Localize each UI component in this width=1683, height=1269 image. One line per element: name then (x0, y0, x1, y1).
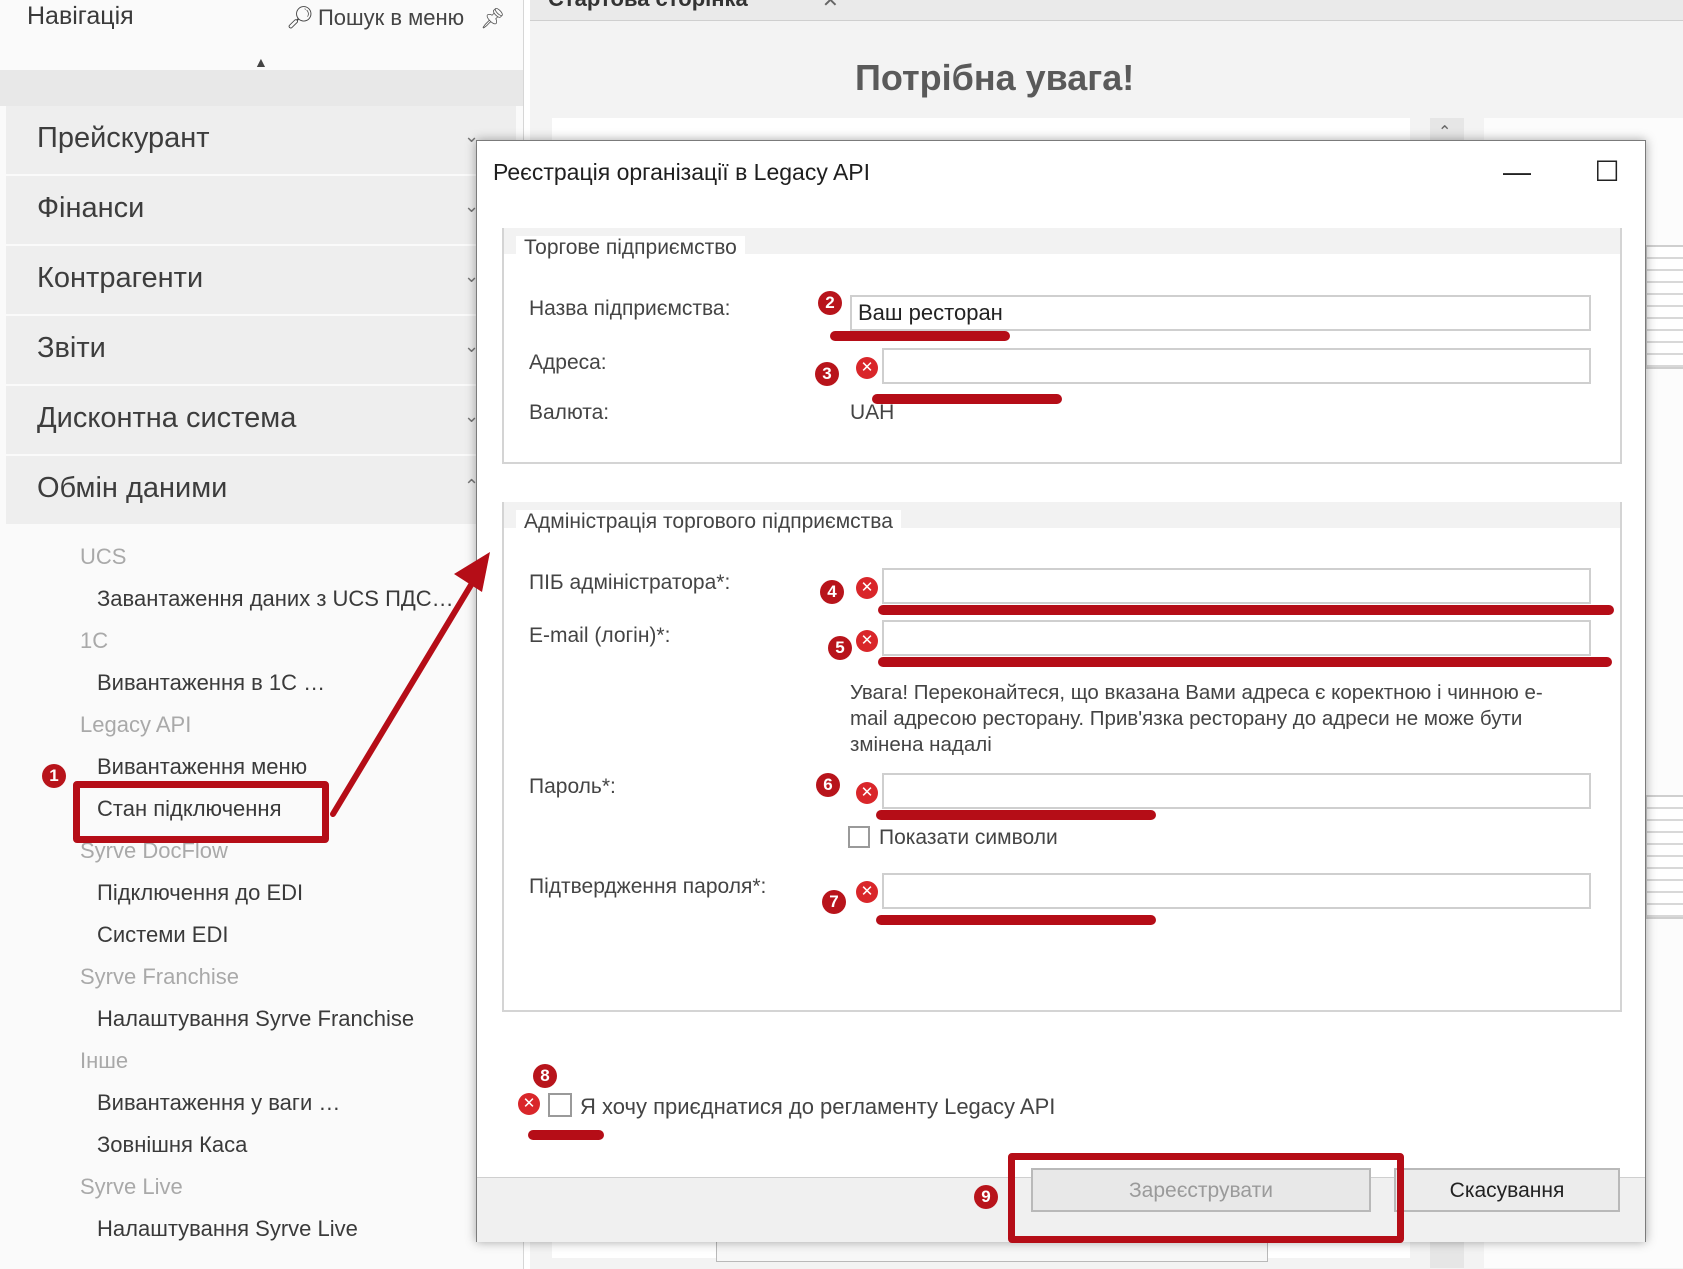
step-badge: 5 (828, 636, 852, 660)
document-icon (1645, 245, 1683, 369)
maximize-icon[interactable]: ☐ (1577, 147, 1637, 197)
nav-section-live: Syrve Live (80, 1174, 183, 1199)
address-label: Адреса: (529, 351, 607, 374)
nav-section-ucs: UCS (80, 544, 127, 569)
cancel-button[interactable]: Скасування (1394, 1168, 1620, 1212)
scroll-up-icon[interactable]: ▲ (254, 54, 268, 70)
nav-item-live-settings[interactable]: Налаштування Syrve Live (97, 1216, 358, 1242)
step-badge: 7 (822, 890, 846, 914)
nav-group-discount[interactable]: Дисконтна система ⌄ (6, 386, 516, 456)
underline-password (876, 810, 1156, 820)
nav-group-label: Фінанси (37, 192, 145, 224)
confirm-password-label: Підтвердження пароля*: (529, 875, 767, 898)
email-input[interactable] (882, 620, 1591, 656)
close-icon[interactable]: ✕ (822, 0, 839, 13)
dialog-title: Реєстрація організації в Legacy API (493, 159, 871, 185)
password-input[interactable] (882, 773, 1591, 809)
scroll-up-icon[interactable]: ⌃ (1438, 122, 1451, 142)
nav-section-other: Інше (80, 1048, 129, 1073)
minimize-icon[interactable]: — (1487, 147, 1547, 197)
navigation-title: Навігація (27, 2, 134, 30)
menu-search-button[interactable]: 🔎︎ Пошук в меню (286, 5, 464, 31)
tab-start-page[interactable]: Стартова сторінка (548, 0, 748, 12)
admin-name-input[interactable] (882, 568, 1591, 604)
menu-search-label: Пошук в меню (317, 5, 465, 30)
error-icon: ✕ (518, 1093, 540, 1115)
navigation-header: Навігація 🔎︎ Пошук в меню 📌︎ (0, 0, 523, 44)
currency-value: UAH (850, 401, 895, 424)
dialog-titlebar: Реєстрація організації в Legacy API — ☐ … (477, 141, 1645, 209)
error-icon: ✕ (856, 630, 878, 652)
nav-group-label: Звіти (37, 332, 106, 364)
agree-checkbox[interactable] (548, 1093, 572, 1117)
enterprise-name-input[interactable] (850, 295, 1591, 331)
nav-section-legacy-api: Legacy API (80, 712, 192, 737)
highlight-connection-status (73, 781, 329, 843)
step-badge: 8 (533, 1064, 557, 1088)
address-input[interactable] (882, 348, 1591, 384)
error-icon: ✕ (856, 577, 878, 599)
nav-group-label: Обмін даними (37, 472, 228, 504)
step-badge: 1 (42, 764, 66, 788)
close-icon[interactable]: ✕ (1667, 147, 1683, 197)
nav-section-1c: 1С (80, 628, 109, 653)
page-title: Потрібна увага! (855, 57, 1135, 98)
confirm-password-input[interactable] (882, 873, 1591, 909)
show-symbols-label: Показати символи (879, 826, 1058, 849)
nav-group-label: Дисконтна система (37, 402, 297, 434)
nav-item-franchise-settings[interactable]: Налаштування Syrve Franchise (97, 1006, 414, 1032)
nav-item-external-cash[interactable]: Зовнішня Каса (97, 1132, 247, 1158)
fieldset-enterprise-legend: Торгове підприємство (516, 236, 745, 260)
underline-name (830, 331, 1010, 341)
fieldset-administration-legend: Адміністрація торгового підприємства (516, 510, 901, 534)
nav-group-label: Контрагенти (37, 262, 204, 294)
error-icon: ✕ (856, 782, 878, 804)
nav-item-edi-systems[interactable]: Системи EDI (97, 922, 228, 948)
step-badge: 6 (816, 773, 840, 797)
error-icon: ✕ (856, 357, 878, 379)
nav-item-scales-export[interactable]: Вивантаження у ваги … (97, 1090, 340, 1116)
nav-section-franchise: Syrve Franchise (80, 964, 239, 989)
show-symbols-checkbox[interactable] (848, 826, 870, 848)
enterprise-name-label: Назва підприємства: (529, 297, 731, 320)
nav-group-label: Прейскурант (37, 122, 210, 154)
underline-confirm (876, 915, 1156, 925)
nav-item-menu-export[interactable]: Вивантаження меню (97, 754, 307, 780)
error-icon: ✕ (856, 881, 878, 903)
underline-agree (528, 1130, 604, 1140)
nav-item-1c-export[interactable]: Вивантаження в 1С … (97, 670, 325, 696)
highlight-register-button (1008, 1153, 1404, 1243)
underline-address (872, 394, 1062, 404)
underline-email (878, 657, 1612, 667)
password-label: Пароль*: (529, 775, 616, 798)
step-badge: 2 (818, 291, 842, 315)
underline-admin (878, 605, 1614, 615)
pin-icon[interactable]: 📌︎ (480, 6, 505, 31)
nav-item-ucs-import[interactable]: Завантаження даних з UCS ПДС… (97, 586, 454, 612)
document-icon (1645, 795, 1683, 919)
fieldset-enterprise (502, 228, 1622, 464)
nav-item-edi-connect[interactable]: Підключення до EDI (97, 880, 303, 906)
nav-group-cut (0, 70, 523, 106)
nav-group-finance[interactable]: Фінанси ⌄ (6, 176, 516, 246)
currency-label: Валюта: (529, 401, 610, 424)
step-badge: 3 (815, 362, 839, 386)
email-label: E-mail (логін)*: (529, 624, 671, 647)
nav-group-data-exchange[interactable]: Обмін даними ⌃ (6, 456, 516, 526)
nav-group-reports[interactable]: Звіти ⌄ (6, 316, 516, 386)
step-badge: 9 (974, 1185, 998, 1209)
nav-group-counterparties[interactable]: Контрагенти ⌄ (6, 246, 516, 316)
email-warning: Увага! Переконайтеся, що вказана Вами ад… (850, 681, 1543, 756)
search-icon: 🔎︎ (286, 5, 314, 30)
navigation-panel: Навігація 🔎︎ Пошук в меню 📌︎ ▲ Прейскуран… (0, 0, 524, 1269)
admin-name-label: ПІБ адміністратора*: (529, 571, 731, 594)
agree-label: Я хочу приєднатися до регламенту Legacy … (580, 1094, 1056, 1119)
nav-group-price-list[interactable]: Прейскурант ⌄ (6, 106, 516, 176)
step-badge: 4 (820, 580, 844, 604)
